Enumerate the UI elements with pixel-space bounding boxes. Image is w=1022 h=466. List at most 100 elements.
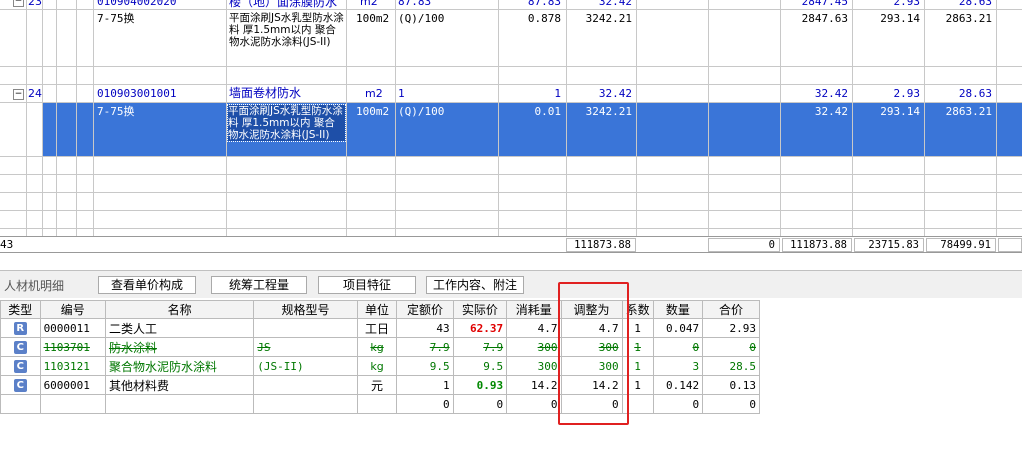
row24-c10: 2.93 xyxy=(893,87,921,100)
totals-t1: 111873.88 xyxy=(782,238,852,252)
totals-sum: 111873.88 xyxy=(566,238,636,252)
spec-cell[interactable]: (JS-II) xyxy=(253,356,358,376)
col-quantity[interactable]: 数量 xyxy=(652,300,704,319)
row23-unit: m2 xyxy=(360,0,378,8)
col-actual-price[interactable]: 实际价 xyxy=(452,300,508,319)
name-cell xyxy=(104,394,255,414)
table-row[interactable]: C 1103701 防水涂料 JS kg 7.9 7.9 300 300 1 0… xyxy=(0,337,760,357)
view-unit-price-button[interactable]: 查看单价构成 xyxy=(98,276,196,294)
col-name[interactable]: 名称 xyxy=(104,300,255,319)
row24-sub-price: 3242.21 xyxy=(585,105,632,118)
table-row: 0 0 0 0 0 0 xyxy=(0,394,760,414)
actual-price-cell[interactable]: 62.37 xyxy=(452,318,508,338)
unit-cell[interactable]: 元 xyxy=(356,375,398,395)
collapse-icon[interactable]: − xyxy=(13,89,24,100)
row24-c11: 28.63 xyxy=(958,87,992,100)
row23-name[interactable]: 楼（地）面涂膜防水 xyxy=(229,0,337,9)
base-price-cell: 9.5 xyxy=(396,356,454,376)
row23-sub-price: 3242.21 xyxy=(585,12,632,25)
row23-qty[interactable]: 87.83 xyxy=(398,0,431,9)
actual-price-cell[interactable]: 7.9 xyxy=(452,337,508,357)
unit-cell[interactable]: kg xyxy=(356,356,398,376)
qty-cell: 0 xyxy=(652,394,704,414)
unit-cell xyxy=(356,394,398,414)
row24-sub-qty[interactable]: (Q)/100 xyxy=(398,105,444,119)
row24-unit: m2 xyxy=(365,87,383,100)
name-cell[interactable]: 防水涂料 xyxy=(104,337,255,357)
col-total[interactable]: 合价 xyxy=(702,300,760,319)
name-cell[interactable]: 二类人工 xyxy=(104,318,255,338)
row24-c9: 32.42 xyxy=(814,87,848,100)
table-header-row: 类型 编号 名称 规格型号 单位 定额价 实际价 消耗量 调整为 系数 数量 合… xyxy=(0,300,760,319)
col-code[interactable]: 编号 xyxy=(39,300,106,319)
tab-labor-material-machine[interactable]: 人材机明细 xyxy=(4,277,64,294)
row24-sub-c11: 2863.21 xyxy=(945,105,992,118)
actual-price-cell[interactable]: 0.93 xyxy=(452,375,508,395)
code-cell[interactable]: 1103121 xyxy=(39,356,106,376)
row24-sub-code[interactable]: 7-75换 xyxy=(97,105,135,119)
row24-code[interactable]: 010903001001 xyxy=(97,87,176,101)
row24-amount: 1 xyxy=(554,87,561,100)
collapse-icon[interactable]: − xyxy=(13,0,24,7)
base-price-cell: 1 xyxy=(396,375,454,395)
spec-cell[interactable] xyxy=(253,318,358,338)
table-row[interactable]: C 6000001 其他材料费 元 1 0.93 14.2 14.2 1 0.1… xyxy=(0,375,760,395)
spec-cell[interactable] xyxy=(253,375,358,395)
qty-cell: 0 xyxy=(652,337,704,357)
row23-sub-c9: 2847.63 xyxy=(801,12,848,25)
spec-cell[interactable]: JS xyxy=(253,337,358,357)
consumption-cell[interactable]: 300 xyxy=(506,337,562,357)
actual-price-cell[interactable]: 9.5 xyxy=(452,356,508,376)
totals-t2: 23715.83 xyxy=(854,238,924,252)
totals-row: 43 111873.88 0 111873.88 23715.83 78499.… xyxy=(0,236,1022,253)
total-cell: 2.93 xyxy=(702,318,760,338)
row23-code[interactable]: 010904002020 xyxy=(97,0,176,9)
base-price-cell: 43 xyxy=(396,318,454,338)
col-consumption[interactable]: 消耗量 xyxy=(506,300,562,319)
work-content-button[interactable]: 工作内容、附注 xyxy=(426,276,524,294)
code-cell[interactable]: 6000001 xyxy=(39,375,106,395)
row23-sub-c10: 293.14 xyxy=(880,12,920,25)
row24-qty[interactable]: 1 xyxy=(398,87,405,101)
col-base-price[interactable]: 定额价 xyxy=(396,300,454,319)
unit-cell[interactable]: 工日 xyxy=(356,318,398,338)
row24-sub-unit: 100m2 xyxy=(356,105,390,118)
item-features-button[interactable]: 项目特征 xyxy=(318,276,416,294)
row23-price: 32.42 xyxy=(598,0,632,8)
total-cell: 0.13 xyxy=(702,375,760,395)
code-cell[interactable]: 0000011 xyxy=(39,318,106,338)
row24-num: 24 xyxy=(28,87,42,100)
table-row[interactable]: R 0000011 二类人工 工日 43 62.37 4.7 4.7 1 0.0… xyxy=(0,318,760,338)
overall-quantity-button[interactable]: 统筹工程量 xyxy=(211,276,307,294)
consumption-cell: 0 xyxy=(506,394,562,414)
row23-sub-c11: 2863.21 xyxy=(945,12,992,25)
type-badge: R xyxy=(13,322,27,335)
row24-sub-c9: 32.42 xyxy=(814,105,848,118)
type-badge: C xyxy=(13,360,27,373)
code-cell[interactable]: 1103701 xyxy=(39,337,106,357)
row23-sub-qty[interactable]: (Q)/100 xyxy=(398,12,444,26)
row23-sub-code[interactable]: 7-75换 xyxy=(97,12,135,26)
consumption-cell[interactable]: 300 xyxy=(506,356,562,376)
row24-sub-name[interactable]: 平面涂刷JS水乳型防水涂料 厚1.5mm以内 聚合物水泥防水涂料(JS-II) xyxy=(227,104,346,142)
total-cell: 28.5 xyxy=(702,356,760,376)
unit-cell[interactable]: kg xyxy=(356,337,398,357)
row23-c11: 28.63 xyxy=(958,0,992,8)
col-unit[interactable]: 单位 xyxy=(356,300,398,319)
row24-sub-c10: 293.14 xyxy=(880,105,920,118)
consumption-cell[interactable]: 14.2 xyxy=(506,375,562,395)
quota-grid: − 23 010904002020 楼（地）面涂膜防水 m2 87.83 87.… xyxy=(0,0,1022,236)
row23-sub-name[interactable]: 平面涂刷JS水乳型防水涂料 厚1.5mm以内 聚合物水泥防水涂料(JS-II) xyxy=(229,12,345,48)
name-cell[interactable]: 聚合物水泥防水涂料 xyxy=(104,356,255,376)
row23-sub-unit: 100m2 xyxy=(356,12,390,25)
table-row[interactable]: C 1103121 聚合物水泥防水涂料 (JS-II) kg 9.5 9.5 3… xyxy=(0,356,760,376)
spec-cell xyxy=(253,394,358,414)
type-badge: C xyxy=(13,341,27,354)
col-type[interactable]: 类型 xyxy=(0,300,41,319)
consumption-cell[interactable]: 4.7 xyxy=(506,318,562,338)
col-spec[interactable]: 规格型号 xyxy=(253,300,358,319)
actual-price-cell: 0 xyxy=(452,394,508,414)
row24-name[interactable]: 墙面卷材防水 xyxy=(229,86,301,100)
name-cell[interactable]: 其他材料费 xyxy=(104,375,255,395)
base-price-cell: 7.9 xyxy=(396,337,454,357)
